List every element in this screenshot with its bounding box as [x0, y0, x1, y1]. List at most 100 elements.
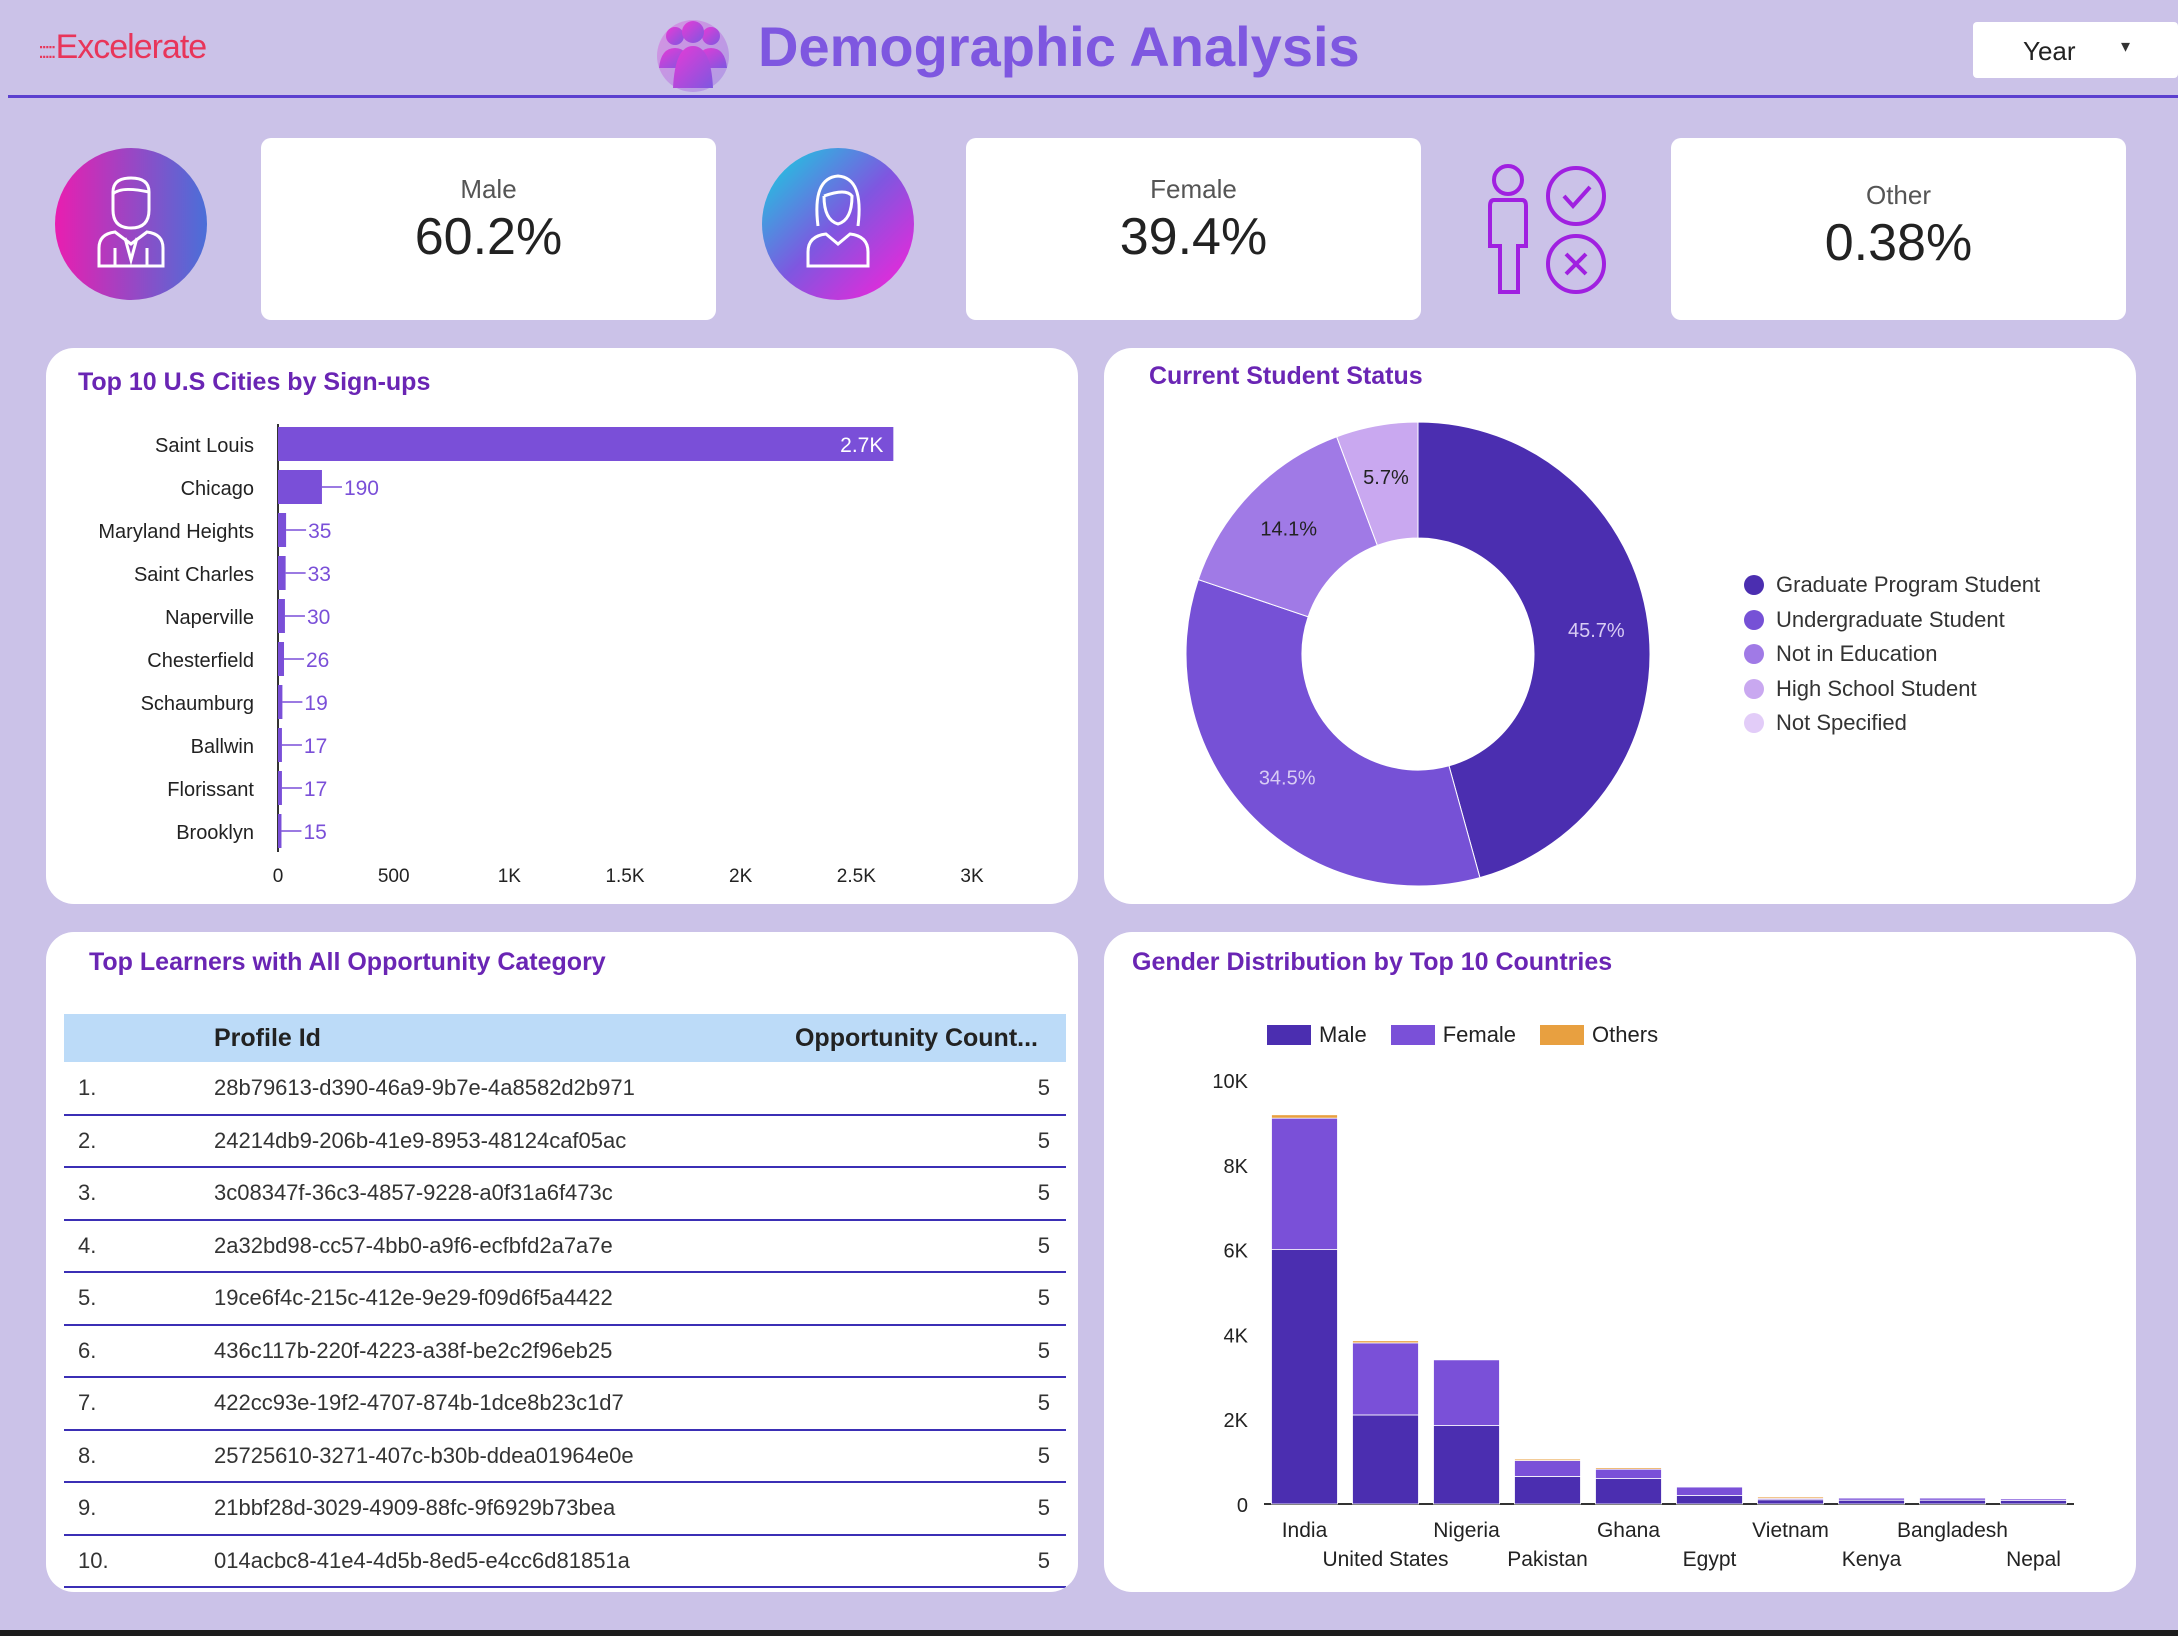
table-row[interactable]: 9. 21bbf28d-3029-4909-88fc-9f6929b73bea 5 — [64, 1482, 1066, 1536]
x-tick-label: Bangladesh — [1897, 1519, 2008, 1542]
kpi-card-male: Male 60.2% — [261, 138, 716, 320]
table-header-row: Profile Id Opportunity Count... — [64, 1014, 1066, 1062]
x-tick-label: 500 — [378, 866, 410, 887]
kpi-label: Other — [1865, 180, 1932, 210]
profile-id-cell: 21bbf28d-3029-4909-88fc-9f6929b73bea — [214, 1482, 774, 1536]
x-tick-label: India — [1282, 1519, 1328, 1542]
table-row[interactable]: 6. 436c117b-220f-4223-a38f-be2c2f96eb25 5 — [64, 1324, 1066, 1378]
row-index: 3. — [64, 1167, 214, 1221]
y-tick-label: Florissant — [167, 779, 254, 801]
donut-slice-1 — [1185, 578, 1481, 887]
row-index: 7. — [64, 1377, 214, 1431]
excelerate-logo[interactable]: :::::Excelerate — [38, 28, 207, 67]
slice-label: 5.7% — [1363, 467, 1409, 489]
row-index: 4. — [64, 1219, 214, 1273]
table-row[interactable]: 2. 24214db9-206b-41e9-8953-48124caf05ac 5 — [64, 1114, 1066, 1168]
y-tick-label: 4K — [1224, 1325, 1249, 1347]
table-row[interactable]: 5. 19ce6f4c-215c-412e-9e29-f09d6f5a4422 5 — [64, 1272, 1066, 1326]
data-label: 30 — [307, 606, 330, 629]
row-index: 6. — [64, 1324, 214, 1378]
data-label: 190 — [344, 477, 379, 500]
profile-id-cell: 436c117b-220f-4223-a38f-be2c2f96eb25 — [214, 1324, 774, 1378]
data-label: 26 — [306, 649, 329, 672]
bar-9 — [278, 814, 282, 848]
x-tick-label: Vietnam — [1752, 1519, 1829, 1542]
slice-label: 34.5% — [1259, 768, 1316, 790]
bar-2 — [278, 513, 287, 547]
x-tick-label: Ghana — [1597, 1519, 1660, 1542]
learners-table-body: 1. 28b79613-d390-46a9-9b7e-4a8582d2b971 5 2… — [64, 1062, 1066, 1588]
year-filter-dropdown[interactable]: Year ▾ — [1973, 22, 2178, 78]
bar-4 — [278, 599, 285, 633]
y-tick-label: Brooklyn — [176, 822, 254, 844]
data-label: 2.7K — [840, 434, 883, 457]
table-row[interactable]: 4. 2a32bd98-cc57-4bb0-a9f6-ecfbfd2a7a7e 5 — [64, 1219, 1066, 1273]
y-tick-label: 10K — [1212, 1071, 1248, 1093]
dashboard: :::::Excelerate Demographic Analysis Yea — [0, 0, 2178, 1630]
x-tick-label: 2.5K — [837, 866, 876, 887]
kpi-label: Female — [1150, 174, 1237, 204]
data-label: 17 — [304, 778, 327, 801]
legend-item: Not Specified — [1744, 706, 2040, 741]
data-label: 33 — [308, 563, 331, 586]
profile-id-cell: 422cc93e-19f2-4707-874b-1dce8b23c1d7 — [214, 1377, 774, 1431]
legend-label: High School Student — [1776, 675, 1977, 701]
opportunity-count-header[interactable]: Opportunity Count... — [774, 1014, 1066, 1062]
y-tick-label: Maryland Heights — [98, 521, 254, 543]
legend-item: Not in Education — [1744, 637, 2040, 672]
gender-chart-card: Gender Distribution by Top 10 Countries … — [1104, 932, 2136, 1592]
legend-swatch — [1744, 678, 1764, 699]
y-tick-label: 2K — [1224, 1410, 1249, 1432]
y-tick-label: 8K — [1224, 1156, 1249, 1178]
bar-segment-female — [1676, 1486, 1743, 1496]
bar-segment-male — [1433, 1425, 1500, 1505]
female-avatar-icon — [762, 148, 914, 305]
legend-item: Graduate Program Student — [1744, 568, 2040, 603]
bar-segment-male — [1919, 1499, 1986, 1505]
x-tick-label: Nigeria — [1433, 1519, 1500, 1542]
table-row[interactable]: 3. 3c08347f-36c3-4857-9228-a0f31a6f473c 5 — [64, 1167, 1066, 1221]
table-row[interactable]: 7. 422cc93e-19f2-4707-874b-1dce8b23c1d7 5 — [64, 1377, 1066, 1431]
x-tick-label: Nepal — [2006, 1548, 2061, 1571]
data-label: 15 — [303, 821, 326, 844]
legend-label: Not Specified — [1776, 710, 1907, 736]
legend-item: High School Student — [1744, 672, 2040, 707]
table-row[interactable]: 1. 28b79613-d390-46a9-9b7e-4a8582d2b971 5 — [64, 1062, 1066, 1116]
x-tick-label: 2K — [729, 866, 753, 887]
opportunity-count-cell: 5 — [774, 1377, 1066, 1431]
y-tick-label: Saint Louis — [155, 435, 254, 457]
bar-7 — [278, 728, 282, 762]
legend-label: Not in Education — [1776, 641, 1938, 667]
profile-id-cell: 014acbc8-41e4-4d5b-8ed5-e4cc6d81851a — [214, 1534, 774, 1588]
profile-id-header[interactable]: Profile Id — [214, 1014, 774, 1062]
x-tick-label: Kenya — [1842, 1548, 1902, 1571]
y-tick-label: Naperville — [165, 607, 254, 629]
y-tick-label: Ballwin — [191, 736, 254, 758]
legend-swatch — [1744, 575, 1764, 596]
opportunity-count-cell: 5 — [774, 1114, 1066, 1168]
x-tick-label: United States — [1322, 1548, 1448, 1571]
bar-segment-female — [1838, 1497, 1905, 1501]
x-tick-label: 3K — [960, 866, 984, 887]
profile-id-cell: 2a32bd98-cc57-4bb0-a9f6-ecfbfd2a7a7e — [214, 1219, 774, 1273]
bar-segment-male — [1838, 1499, 1905, 1505]
opportunity-count-cell: 5 — [774, 1324, 1066, 1378]
legend-label: Undergraduate Student — [1776, 606, 2005, 632]
bar-segment-female — [1919, 1497, 1986, 1501]
y-tick-label: Saint Charles — [134, 564, 254, 586]
person-check-cross-icon — [1480, 160, 1610, 305]
bar-5 — [278, 642, 285, 676]
table-row[interactable]: 8. 25725610-3271-407c-b30b-ddea01964e0e 5 — [64, 1429, 1066, 1483]
y-tick-label: 0 — [1237, 1495, 1248, 1517]
header-bar: :::::Excelerate Demographic Analysis Yea — [8, 0, 2178, 98]
bar-segment-male — [1514, 1476, 1581, 1505]
bar-segment-female — [2000, 1498, 2067, 1502]
table-row[interactable]: 10. 014acbc8-41e4-4d5b-8ed5-e4cc6d81851a 5 — [64, 1534, 1066, 1588]
y-tick-label: Schaumburg — [141, 693, 254, 715]
x-tick-label: 0 — [273, 866, 284, 887]
bar-segment-male — [2000, 1500, 2067, 1505]
bar-segment-male — [1352, 1414, 1419, 1505]
opportunity-count-cell: 5 — [774, 1219, 1066, 1273]
bar-segment-male — [1271, 1249, 1338, 1505]
row-index: 1. — [64, 1062, 214, 1116]
